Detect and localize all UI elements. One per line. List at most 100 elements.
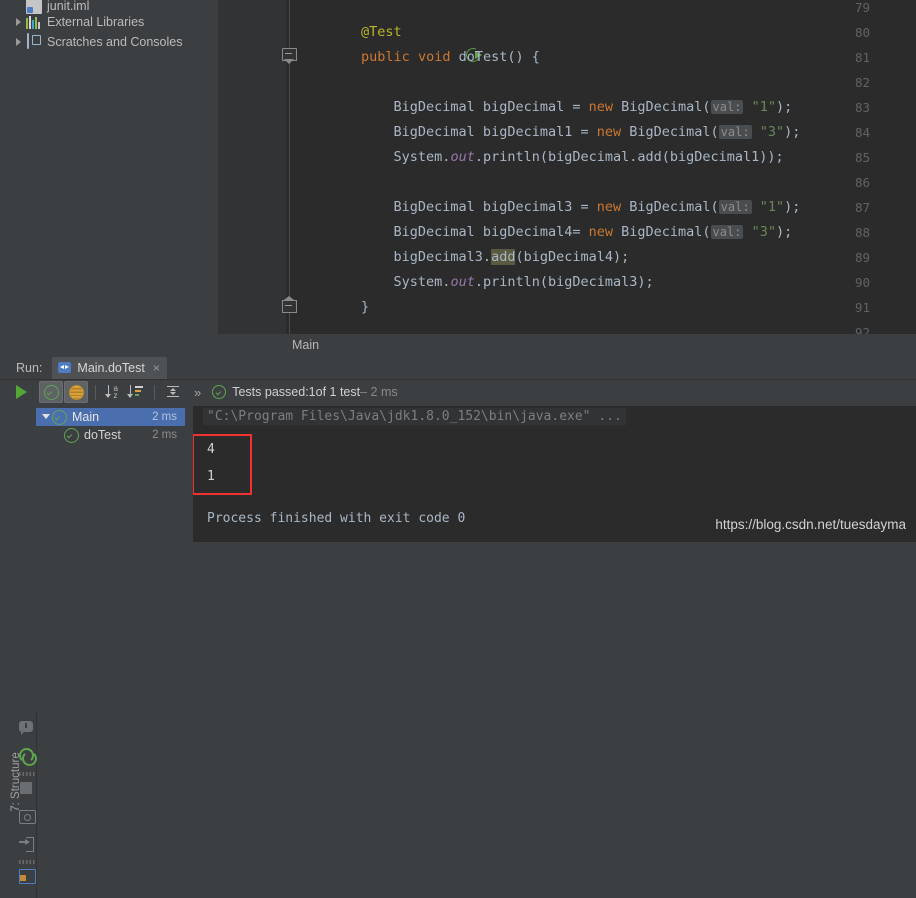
code-token: );: [784, 199, 801, 215]
highlight-annotation-box: [193, 434, 252, 495]
expand-collapse-icon: [166, 385, 180, 399]
code-token: add: [491, 249, 516, 265]
check-circle-icon: [43, 384, 59, 400]
sort-alphabetically-button[interactable]: az: [103, 382, 125, 402]
tests-status-count: 1: [308, 385, 316, 399]
structure-tool-window-label[interactable]: 7: Structure: [10, 742, 22, 822]
test-passed-icon: [52, 409, 67, 425]
chevron-right-icon[interactable]: [14, 12, 26, 31]
breadcrumb-bar: Main: [218, 334, 916, 355]
tests-passed-icon: [212, 385, 227, 399]
tree-item-label: Scratches and Consoles: [47, 34, 183, 49]
code-token: @Test: [361, 24, 402, 40]
code-line[interactable]: System.out.println(bigDecimal3);: [296, 270, 654, 295]
fold-marker-method-end[interactable]: [282, 296, 297, 313]
run-tab-main-dotest[interactable]: Main.doTest ×: [52, 356, 167, 379]
run-tab-label: Main.doTest: [77, 360, 145, 375]
code-token: .println(bigDecimal.add(bigDecimal1));: [474, 149, 784, 165]
test-name: Main: [72, 410, 100, 424]
tree-item-label: junit.iml: [47, 0, 90, 13]
run-window-label: Run:: [16, 360, 43, 375]
close-icon[interactable]: ×: [153, 362, 160, 374]
code-token: val:: [710, 100, 744, 114]
code-token: new: [596, 124, 622, 140]
code-token: BigDecimal(: [613, 99, 711, 115]
code-token: "1": [751, 99, 776, 115]
code-token: bigDecimal3.: [296, 249, 492, 265]
expand-collapse-button[interactable]: [162, 382, 184, 402]
tests-status-prefix: Tests passed:: [232, 385, 309, 399]
console-command-line: "C:\Program Files\Java\jdk1.8.0_152\bin\…: [203, 408, 626, 425]
code-token: out: [450, 149, 475, 165]
test-tree-row-dotest[interactable]: doTest 2 ms: [36, 426, 185, 444]
toolbar-separator: [154, 384, 155, 400]
rerun-icon[interactable]: [16, 385, 27, 399]
console-finish-line: Process finished with exit code 0: [207, 511, 466, 526]
code-editor[interactable]: 79 80 81 82 83 84 85 86 87 88 89 90 91 92 @Test publi…: [218, 0, 916, 334]
tests-status: Tests passed: 1 of 1 test – 2 ms: [212, 385, 398, 399]
code-line[interactable]: System.out.println(bigDecimal.add(bigDec…: [296, 145, 784, 170]
test-results-tree[interactable]: Main 2 ms doTest 2 ms: [36, 406, 185, 542]
code-line[interactable]: }: [296, 295, 369, 320]
code-token: public: [361, 49, 410, 65]
chevron-right-icon[interactable]: [14, 32, 26, 51]
code-token: "3": [751, 224, 776, 240]
ignored-tests-icon: [68, 384, 84, 400]
project-tree-panel: junit.iml External Libraries Scratches a…: [0, 0, 218, 355]
code-line[interactable]: BigDecimal bigDecimal1 = new BigDecimal(…: [296, 120, 801, 145]
test-passed-icon: [64, 427, 79, 443]
console-output[interactable]: "C:\Program Files\Java\jdk1.8.0_152\bin\…: [193, 406, 916, 542]
code-token: }: [296, 299, 370, 315]
test-tree-row-main[interactable]: Main 2 ms: [36, 408, 185, 426]
code-token: BigDecimal(: [621, 124, 719, 140]
libraries-icon: [26, 14, 42, 30]
idea-window: junit.iml External Libraries Scratches a…: [0, 0, 916, 898]
sort-by-duration-icon: [127, 385, 144, 399]
run-tab-bar: Run: Main.doTest ×: [0, 356, 916, 380]
tree-item-scratches-and-consoles[interactable]: Scratches and Consoles: [0, 32, 183, 51]
tree-item-external-libraries[interactable]: External Libraries: [0, 12, 144, 31]
code-token: BigDecimal(: [613, 224, 711, 240]
code-line[interactable]: BigDecimal bigDecimal3 = new BigDecimal(…: [296, 195, 801, 220]
code-token: new: [596, 199, 622, 215]
code-line[interactable]: @Test: [296, 20, 402, 45]
code-token: val:: [710, 225, 744, 239]
toolbar-separator: [95, 384, 96, 400]
code-token: "3": [759, 124, 785, 140]
code-token: new: [588, 224, 613, 240]
tests-status-of: of 1 test: [315, 385, 361, 399]
breadcrumb[interactable]: Main: [292, 338, 319, 352]
console-bubble-button[interactable]: [16, 716, 38, 742]
editor-gutter[interactable]: [218, 0, 286, 334]
show-passed-tests-button[interactable]: [39, 381, 63, 403]
sort-by-duration-button[interactable]: [125, 382, 147, 402]
code-token: );: [775, 99, 793, 115]
code-token: );: [775, 224, 793, 240]
run-toolbar: az » Tests passed: 1 of 1 test – 2 ms: [0, 380, 916, 404]
code-line[interactable]: BigDecimal bigDecimal = new BigDecimal(v…: [296, 95, 793, 120]
scratches-icon: [26, 32, 42, 50]
code-token: out: [450, 274, 475, 290]
test-name: doTest: [84, 428, 121, 442]
watermark: https://blog.csdn.net/tuesdayma: [715, 517, 906, 532]
export-button[interactable]: [16, 832, 38, 858]
layout-settings-button[interactable]: [16, 864, 38, 890]
test-duration: 2 ms: [152, 411, 177, 423]
fold-marker-method-start[interactable]: [282, 48, 297, 64]
show-ignored-tests-button[interactable]: [64, 381, 88, 403]
tree-item-label: External Libraries: [47, 14, 145, 29]
code-text-area[interactable]: @Test public void doTest() { BigDecimal …: [296, 0, 916, 334]
code-line[interactable]: bigDecimal3.add(bigDecimal4);: [296, 245, 629, 270]
more-actions-button[interactable]: »: [194, 385, 201, 400]
code-line[interactable]: public void doTest() {: [296, 45, 540, 70]
code-line[interactable]: BigDecimal bigDecimal4= new BigDecimal(v…: [296, 220, 793, 245]
code-token: BigDecimal bigDecimal1 =: [296, 124, 597, 140]
code-token: System.: [296, 274, 451, 290]
code-token: BigDecimal(: [621, 199, 719, 215]
